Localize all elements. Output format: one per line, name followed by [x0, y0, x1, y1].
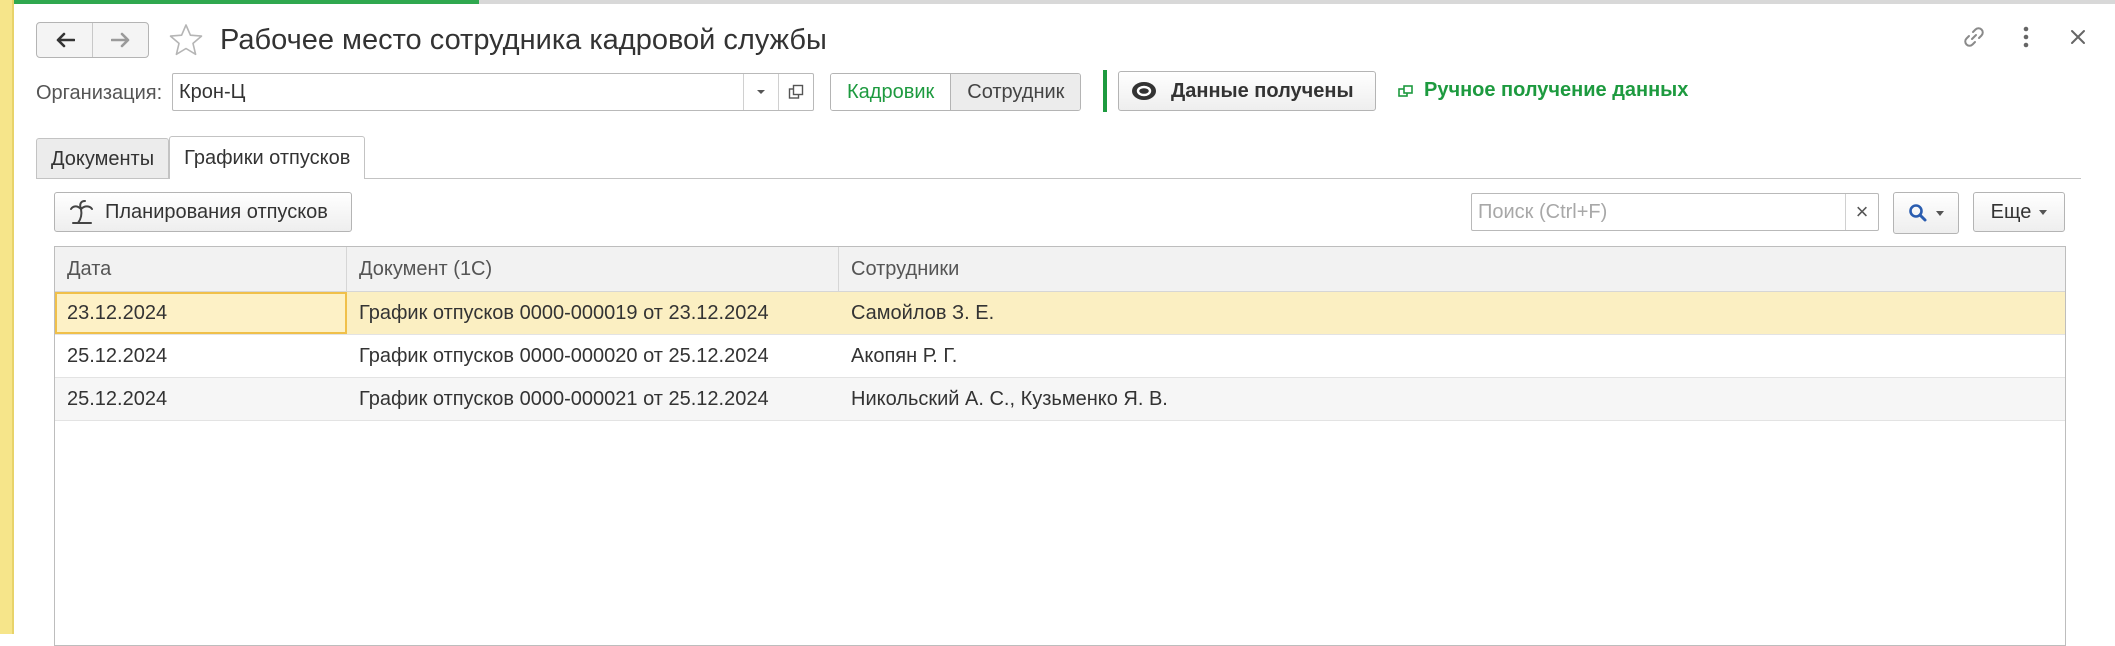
organization-input[interactable] — [173, 74, 743, 110]
cell-date: 25.12.2024 — [67, 387, 168, 410]
external-link-icon — [1398, 84, 1413, 97]
more-actions-button[interactable] — [2013, 22, 2039, 52]
column-header-employees[interactable]: Сотрудники — [839, 247, 2065, 291]
chevron-down-icon — [2039, 209, 2048, 215]
organization-dropdown-button[interactable] — [743, 74, 778, 110]
tab-bar: Документы Графики отпусков — [36, 136, 366, 179]
copy-link-button[interactable] — [1961, 22, 1987, 52]
organization-label: Организация: — [36, 82, 163, 104]
favorite-button[interactable] — [166, 20, 206, 60]
back-button[interactable] — [37, 23, 92, 57]
star-icon — [169, 24, 203, 56]
search-button[interactable] — [1893, 192, 1959, 234]
cell-date: 23.12.2024 — [55, 292, 347, 334]
close-button[interactable] — [2065, 22, 2091, 52]
vacation-planning-label: Планирования отпусков — [105, 200, 328, 223]
chevron-down-icon — [1936, 210, 1944, 216]
more-button[interactable]: Еще — [1973, 192, 2065, 232]
cell-document: График отпусков 0000-000020 от 25.12.202… — [359, 344, 769, 367]
arrow-right-icon — [110, 32, 129, 48]
column-header-document[interactable]: Документ (1С) — [347, 247, 839, 291]
table-row[interactable]: 23.12.2024 График отпусков 0000-000019 о… — [55, 292, 2065, 335]
cell-employees: Самойлов З. Е. — [851, 301, 995, 324]
forward-button[interactable] — [92, 23, 148, 57]
organization-open-button[interactable] — [778, 74, 813, 110]
status-indicator-bar — [1103, 70, 1107, 112]
link-icon — [1964, 27, 1984, 47]
manual-data-link-label: Ручное получение данных — [1424, 79, 1689, 101]
search-field: × — [1471, 193, 1879, 231]
vacation-planning-button[interactable]: Планирования отпусков — [54, 192, 352, 232]
left-accent-strip — [0, 0, 14, 634]
cell-document: График отпусков 0000-000021 от 25.12.202… — [359, 387, 769, 410]
tab-vacation-schedules[interactable]: Графики отпусков — [169, 136, 366, 179]
data-received-label: Данные получены — [1171, 79, 1354, 102]
vacation-schedules-table: Дата Документ (1С) Сотрудники 23.12.2024… — [54, 246, 2066, 646]
table-row[interactable]: 25.12.2024 График отпусков 0000-000021 о… — [55, 378, 2065, 421]
more-vertical-icon — [2023, 26, 2029, 48]
data-received-button[interactable]: Данные получены — [1118, 71, 1376, 111]
organization-field — [172, 73, 814, 111]
top-rule-accent — [14, 0, 479, 4]
cell-employees: Акопян Р. Г. — [851, 344, 958, 367]
role-switch: Кадровик Сотрудник — [830, 73, 1082, 111]
chevron-down-icon — [757, 90, 765, 94]
cell-document: График отпусков 0000-000019 от 23.12.202… — [359, 301, 769, 324]
tab-documents[interactable]: Документы — [36, 138, 170, 179]
top-progress-rule — [14, 0, 2115, 4]
column-header-date[interactable]: Дата — [55, 247, 347, 291]
cell-date: 25.12.2024 — [67, 344, 168, 367]
role-option-employee[interactable]: Сотрудник — [950, 74, 1081, 110]
sync-status-icon — [1132, 82, 1156, 100]
search-icon — [1909, 204, 1927, 222]
history-navigation — [36, 22, 149, 58]
more-button-label: Еще — [1990, 200, 2032, 223]
close-icon — [2071, 30, 2085, 44]
open-in-window-icon — [788, 84, 804, 99]
cell-employees: Никольский А. С., Кузьменко Я. В. — [851, 387, 1168, 410]
table-row[interactable]: 25.12.2024 График отпусков 0000-000020 о… — [55, 335, 2065, 378]
palm-tree-icon — [70, 200, 93, 224]
role-option-hr[interactable]: Кадровик — [831, 74, 951, 110]
search-input[interactable] — [1472, 194, 1845, 230]
search-clear-button[interactable]: × — [1845, 194, 1878, 230]
table-header: Дата Документ (1С) Сотрудники — [55, 247, 2065, 292]
page-title: Рабочее место сотрудника кадровой службы — [220, 24, 827, 56]
window-controls — [1961, 22, 2091, 52]
manual-data-link[interactable]: Ручное получение данных — [1398, 79, 1688, 102]
arrow-left-icon — [56, 32, 75, 48]
